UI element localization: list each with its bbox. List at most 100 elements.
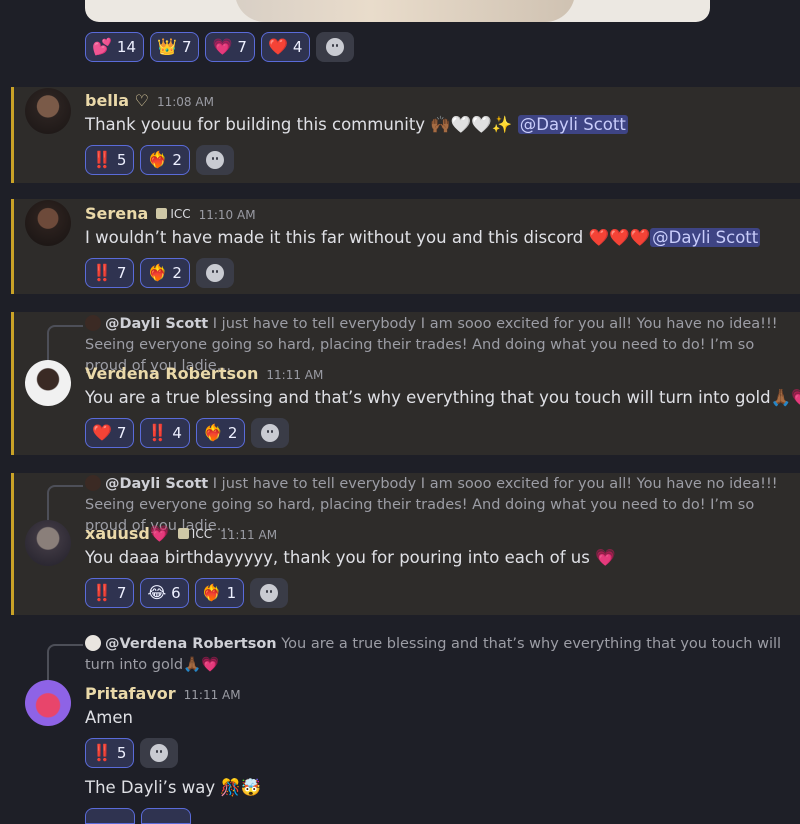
reaction-red-heart[interactable]: ❤️ 7	[85, 418, 135, 448]
avatar[interactable]	[25, 88, 71, 134]
reaction-count: 7	[181, 38, 192, 56]
add-reaction-button[interactable]	[140, 738, 179, 768]
server-tag-label: ICC	[170, 206, 191, 221]
user-mention[interactable]: @Dayli Scott	[517, 115, 628, 134]
attached-image[interactable]	[85, 0, 710, 22]
reaction-emoji: ‼️	[147, 423, 168, 442]
reaction-emoji: ❤️	[92, 423, 112, 442]
message-text: Thank youuu for building this community …	[85, 115, 628, 135]
timestamp: 11:10 AM	[198, 208, 256, 222]
add-reaction-icon	[205, 264, 224, 282]
message-text: You are a true blessing and that’s why e…	[85, 388, 800, 407]
reaction-bar: ‼️ 7 ❤️‍🔥 2	[85, 258, 234, 288]
reaction-emoji: 😂	[147, 583, 167, 602]
reaction-bar: ❤️ 7 ‼️ 4 ❤️‍🔥 2	[85, 418, 290, 448]
reply-connector	[47, 644, 83, 680]
reaction-count: 1	[226, 584, 237, 602]
author-name[interactable]: Verdena Robertson	[85, 364, 258, 383]
reaction-red-heart[interactable]: ❤️ 4	[260, 32, 311, 62]
reaction-sparkling-hearts[interactable]: 💕 14	[85, 32, 145, 62]
reaction-emoji: ‼️	[92, 150, 112, 169]
reaction-double-exclamation[interactable]: ‼️ 7	[85, 258, 135, 288]
reaction-partial[interactable]	[85, 808, 135, 824]
server-tag-icon	[156, 208, 168, 219]
reaction-count: 7	[116, 264, 127, 282]
reaction-crown[interactable]: 👑 7	[150, 32, 200, 62]
add-reaction-icon	[260, 584, 279, 602]
reply-author: @Verdena Robertson	[105, 636, 277, 652]
message-header: xauusd💗 ICC 11:11 AM	[85, 524, 277, 543]
timestamp: 11:08 AM	[156, 95, 214, 109]
server-tag-label: ICC	[191, 526, 213, 541]
reaction-emoji: 👑	[157, 37, 177, 56]
reaction-partial[interactable]	[141, 808, 191, 824]
author-name[interactable]: Serena	[85, 204, 148, 223]
author-name[interactable]: xauusd💗	[85, 524, 170, 543]
reply-author: @Dayli Scott	[105, 476, 209, 492]
timestamp: 11:11 AM	[183, 688, 241, 702]
reply-connector	[47, 325, 83, 361]
add-reaction-button[interactable]	[195, 258, 234, 288]
message-header: bella ♡ 11:08 AM	[85, 91, 214, 110]
reaction-emoji: ❤️	[267, 37, 288, 56]
reaction-count: 2	[172, 151, 182, 169]
reaction-emoji: ❤️‍🔥	[201, 583, 222, 602]
message-body: I wouldn’t have made it this far without…	[85, 228, 651, 247]
message-header: Pritafavor 11:11 AM	[85, 684, 241, 703]
reaction-bar: ‼️ 5 ❤️‍🔥 2	[85, 145, 234, 175]
add-reaction-button[interactable]	[195, 145, 234, 175]
reaction-emoji: ❤️‍🔥	[202, 423, 223, 442]
reply-preview[interactable]: @Verdena Robertson You are a true blessi…	[85, 634, 785, 676]
reaction-emoji: ‼️	[92, 263, 112, 282]
reaction-bar-partial	[85, 808, 191, 824]
reaction-emoji: 💗	[212, 37, 233, 56]
add-reaction-icon	[150, 744, 169, 762]
reaction-heart-on-fire[interactable]: ❤️‍🔥 2	[195, 418, 246, 448]
reaction-count: 14	[116, 38, 137, 56]
message-text: You daaa birthdayyyyy, thank you for pou…	[85, 548, 616, 567]
reaction-joy[interactable]: 😂 6	[140, 578, 189, 608]
avatar[interactable]	[25, 680, 71, 726]
reaction-emoji: ❤️‍🔥	[147, 263, 168, 282]
reaction-double-exclamation[interactable]: ‼️ 7	[85, 578, 135, 608]
server-tag-icon	[177, 528, 189, 539]
message-text: I wouldn’t have made it this far without…	[85, 228, 761, 248]
reply-avatar	[85, 315, 101, 331]
reaction-double-exclamation[interactable]: ‼️ 5	[85, 738, 135, 768]
reply-author: @Dayli Scott	[105, 316, 209, 332]
reaction-count: 7	[116, 424, 127, 442]
reaction-count: 7	[116, 584, 127, 602]
message-body: Thank youuu for building this community …	[85, 115, 513, 134]
reaction-count: 5	[116, 151, 127, 169]
reaction-count: 6	[171, 584, 181, 602]
reaction-heart-on-fire[interactable]: ❤️‍🔥 1	[194, 578, 245, 608]
server-tag[interactable]: ICC	[156, 206, 191, 221]
server-tag[interactable]: ICC	[177, 526, 213, 541]
reaction-bar: ‼️ 7 😂 6 ❤️‍🔥 1	[85, 578, 289, 608]
user-mention[interactable]: @Dayli Scott	[650, 228, 761, 247]
add-reaction-button[interactable]	[251, 418, 290, 448]
add-reaction-button[interactable]	[250, 578, 289, 608]
add-reaction-button[interactable]	[316, 32, 355, 62]
avatar[interactable]	[25, 360, 71, 406]
avatar[interactable]	[25, 520, 71, 566]
reaction-emoji: 💕	[92, 37, 112, 56]
add-reaction-icon	[205, 151, 224, 169]
author-name[interactable]: Pritafavor	[85, 684, 176, 703]
reaction-emoji: ❤️‍🔥	[147, 150, 168, 169]
reaction-count: 4	[172, 424, 182, 442]
message-header: Verdena Robertson 11:11 AM	[85, 364, 323, 383]
reaction-count: 7	[237, 38, 247, 56]
reply-connector	[47, 485, 83, 521]
reaction-count: 2	[227, 424, 238, 442]
message-header: Serena ICC 11:10 AM	[85, 204, 256, 223]
reaction-heart-on-fire[interactable]: ❤️‍🔥 2	[140, 145, 190, 175]
reaction-double-exclamation[interactable]: ‼️ 4	[140, 418, 190, 448]
reaction-double-exclamation[interactable]: ‼️ 5	[85, 145, 135, 175]
reply-avatar	[85, 635, 101, 651]
author-name[interactable]: bella ♡	[85, 91, 149, 110]
avatar[interactable]	[25, 200, 71, 246]
reaction-heart-on-fire[interactable]: ❤️‍🔥 2	[140, 258, 190, 288]
reaction-bar: ‼️ 5	[85, 738, 179, 768]
reaction-growing-heart[interactable]: 💗 7	[205, 32, 255, 62]
